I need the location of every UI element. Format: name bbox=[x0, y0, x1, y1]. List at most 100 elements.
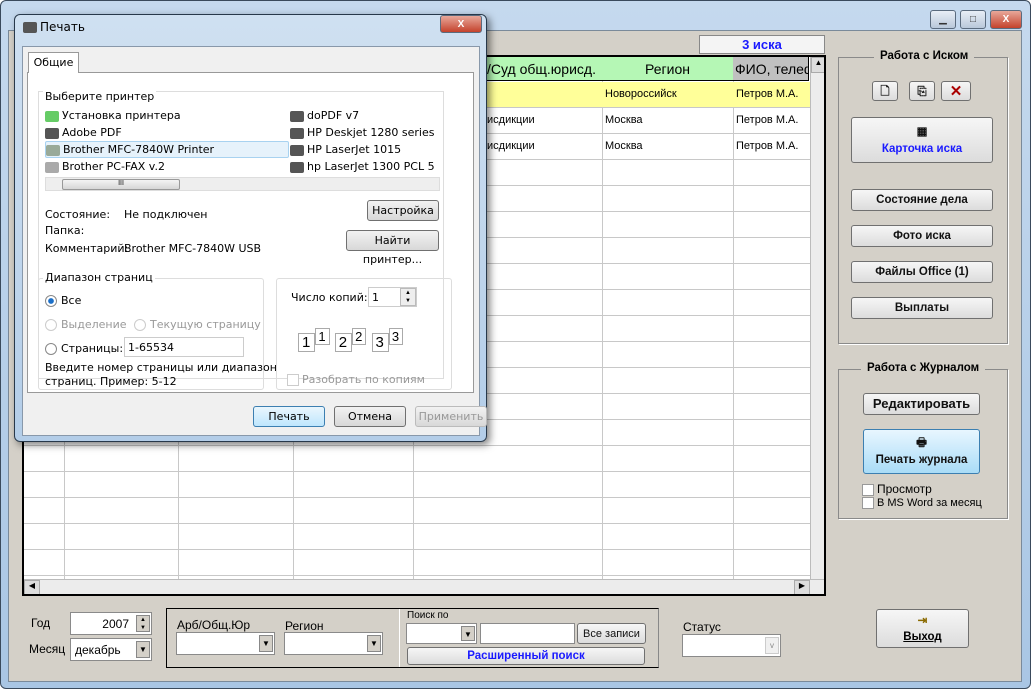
printer-item-selected[interactable]: Brother MFC-7840W Printer bbox=[45, 141, 289, 158]
horizontal-scrollbar[interactable]: ◀ ▶ bbox=[24, 579, 824, 594]
search-input[interactable] bbox=[480, 623, 575, 644]
claim-photo-button[interactable]: Фото иска bbox=[851, 225, 993, 247]
status-label: Статус bbox=[683, 620, 721, 634]
apply-button[interactable]: Применить bbox=[415, 406, 487, 427]
search-by-label: Поиск по bbox=[407, 610, 449, 621]
find-printer-button[interactable]: Найти принтер... bbox=[346, 230, 439, 266]
printer-item[interactable]: Установка принтера bbox=[45, 109, 181, 122]
pages-input[interactable]: 1-65534 bbox=[124, 337, 244, 357]
printer-item[interactable]: hp LaserJet 1300 PCL 5 bbox=[290, 160, 435, 173]
search-field-select[interactable]: ▼ bbox=[406, 623, 477, 644]
case-status-button[interactable]: Состояние дела bbox=[851, 189, 993, 211]
maximize-button[interactable]: □ bbox=[960, 10, 986, 29]
copies-label: Число копий: bbox=[291, 291, 368, 304]
collate-illustration: 11 22 33 bbox=[298, 328, 404, 352]
cancel-button[interactable]: Отмена bbox=[334, 406, 406, 427]
printer-item[interactable]: Brother PC-FAX v.2 bbox=[45, 160, 165, 173]
payments-button[interactable]: Выплаты bbox=[851, 297, 993, 319]
claim-group-title: Работа с Иском bbox=[874, 50, 975, 62]
record-count: 3 иска bbox=[699, 35, 825, 54]
vertical-scrollbar[interactable]: ▲ bbox=[810, 57, 824, 579]
printer-item[interactable]: HP LaserJet 1015 bbox=[290, 143, 401, 156]
cell-fio[interactable]: Петров М.А. bbox=[733, 108, 798, 133]
row-divider bbox=[24, 523, 810, 524]
cell-court[interactable]: исдикции bbox=[484, 108, 535, 133]
printer-item[interactable]: Adobe PDF bbox=[45, 126, 122, 139]
month-select[interactable]: декабрь ▼ bbox=[70, 638, 152, 661]
exit-button[interactable]: ⇥ Выход bbox=[876, 609, 969, 648]
row-divider bbox=[24, 497, 810, 498]
new-document-button[interactable]: 🗋 bbox=[872, 81, 898, 101]
radio-all[interactable]: Все bbox=[45, 294, 81, 307]
year-value: 2007 bbox=[102, 617, 129, 631]
claim-card-button[interactable]: ▦ Карточка иска bbox=[851, 117, 993, 163]
delete-button[interactable]: ✕ bbox=[941, 81, 971, 101]
radio-current-page[interactable]: Текущую страницу bbox=[134, 318, 261, 331]
column-header-fio[interactable]: ФИО, телеф bbox=[733, 57, 809, 81]
year-label: Год bbox=[31, 616, 51, 630]
cell-region[interactable]: Москва bbox=[602, 108, 643, 133]
radio-selection[interactable]: Выделение bbox=[45, 318, 127, 331]
radio-pages[interactable]: Страницы: bbox=[45, 342, 123, 355]
ms-word-label: В MS Word за месяц bbox=[877, 497, 982, 509]
row-divider bbox=[24, 471, 810, 472]
exit-door-icon: ⇥ bbox=[917, 615, 928, 627]
printer-icon bbox=[23, 22, 37, 33]
collate-checkbox[interactable]: Разобрать по копиям bbox=[287, 373, 425, 386]
dialog-body: Выберите принтер Установка принтера Adob… bbox=[22, 46, 487, 436]
region-select[interactable]: ▼ bbox=[284, 632, 383, 655]
scroll-thumb[interactable]: III bbox=[62, 179, 180, 190]
range-title: Диапазон страниц bbox=[43, 271, 155, 284]
dialog-close-button[interactable]: X bbox=[440, 15, 482, 33]
select-printer-label: Выберите принтер bbox=[43, 90, 157, 103]
printer-item[interactable]: doPDF v7 bbox=[290, 109, 359, 122]
cell-region[interactable]: Новороссийск bbox=[602, 82, 677, 107]
row-divider bbox=[24, 445, 810, 446]
print-button[interactable]: Печать bbox=[253, 406, 325, 427]
close-button[interactable]: X bbox=[990, 10, 1022, 29]
month-value: декабрь bbox=[75, 643, 121, 657]
print-dialog: Печать X Выберите принтер Установка прин… bbox=[14, 14, 487, 442]
preview-checkbox[interactable]: Просмотр bbox=[862, 482, 932, 496]
pages-hint-example: страниц. Пример: 5-12 bbox=[45, 375, 177, 388]
table-icon: ▦ bbox=[916, 126, 928, 138]
region-label: Регион bbox=[285, 619, 324, 633]
copies-spinner[interactable]: ▲ ▼ bbox=[400, 288, 416, 306]
edit-button[interactable]: Редактировать bbox=[863, 393, 980, 415]
print-journal-label: Печать журнала bbox=[875, 454, 968, 466]
status-label: Состояние: bbox=[45, 208, 111, 221]
setup-button[interactable]: Настройка bbox=[367, 200, 439, 221]
tab-panel: Выберите принтер Установка принтера Adob… bbox=[27, 72, 474, 393]
exit-label: Выход bbox=[903, 631, 942, 643]
all-records-button[interactable]: Все записи bbox=[577, 623, 646, 644]
copy-document-button[interactable]: ⎘ bbox=[909, 81, 935, 101]
cell-fio[interactable]: Петров М.А. bbox=[733, 134, 798, 159]
dialog-title: Печать bbox=[23, 20, 85, 34]
row-divider bbox=[24, 549, 810, 550]
tab-general[interactable]: Общие bbox=[28, 52, 79, 73]
cell-court[interactable]: исдикции bbox=[484, 134, 535, 159]
court-label: Арб/Общ.Юр bbox=[177, 618, 251, 632]
claim-card-label: Карточка иска bbox=[881, 143, 963, 155]
court-select[interactable]: ▼ bbox=[176, 632, 275, 655]
cell-fio[interactable]: Петров М.А. bbox=[733, 82, 798, 107]
comment-label: Комментарий: bbox=[45, 242, 129, 255]
printer-icon: 🖶 bbox=[916, 437, 927, 449]
year-spinner[interactable]: 2007 ▲ ▼ bbox=[70, 612, 152, 635]
pages-hint: Введите номер страницы или диапазон bbox=[45, 361, 277, 374]
ms-word-checkbox[interactable]: В MS Word за месяц bbox=[862, 497, 982, 510]
journal-group-title: Работа с Журналом bbox=[861, 362, 986, 374]
office-files-button[interactable]: Файлы Office (1) bbox=[851, 261, 993, 283]
printer-item[interactable]: HP Deskjet 1280 series bbox=[290, 126, 434, 139]
row-divider bbox=[24, 575, 810, 576]
column-header-region[interactable]: Регион bbox=[602, 57, 734, 81]
preview-label: Просмотр bbox=[877, 482, 932, 496]
status-select[interactable]: v bbox=[682, 634, 781, 657]
print-journal-button[interactable]: 🖶 Печать журнала bbox=[863, 429, 980, 474]
printer-list-scrollbar[interactable]: III bbox=[45, 177, 440, 191]
advanced-search-button[interactable]: Расширенный поиск bbox=[407, 647, 645, 665]
month-label: Месяц bbox=[29, 642, 66, 656]
folder-label: Папка: bbox=[45, 224, 85, 237]
minimize-button[interactable]: ▁ bbox=[930, 10, 956, 29]
cell-region[interactable]: Москва bbox=[602, 134, 643, 159]
